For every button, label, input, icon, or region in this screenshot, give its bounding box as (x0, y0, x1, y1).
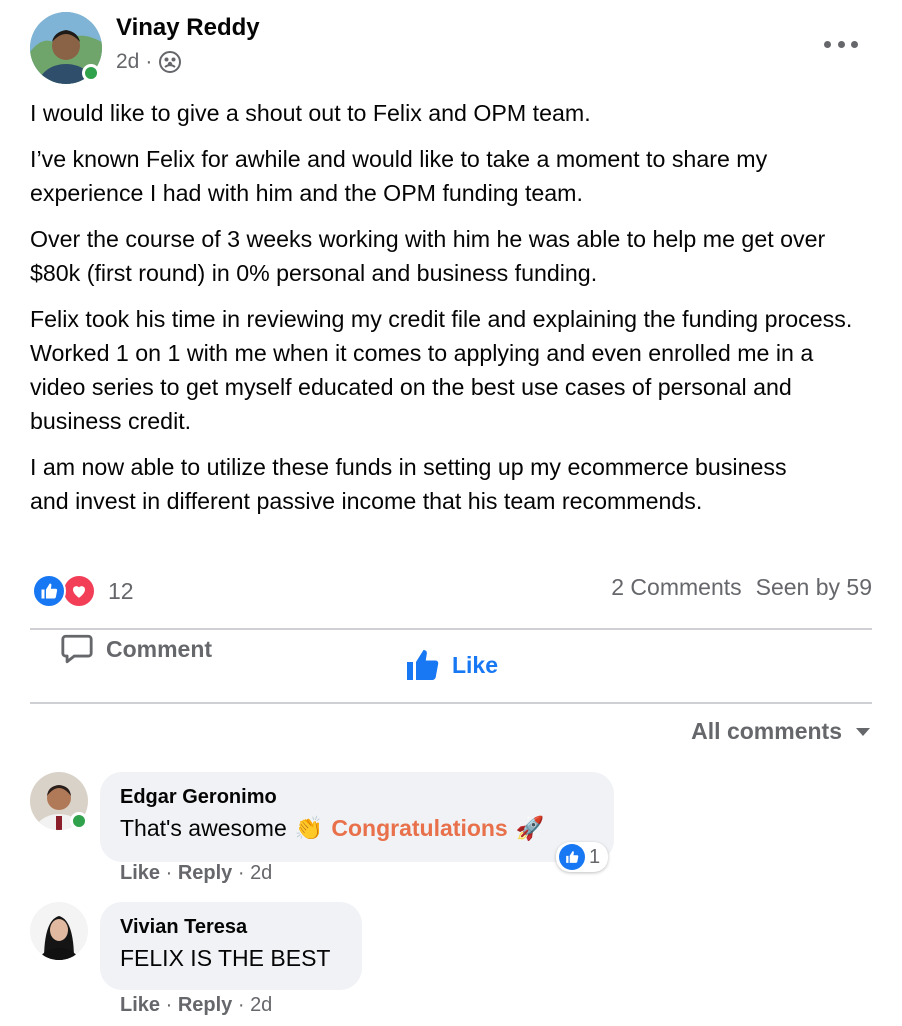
comment-actions: Like · Reply · 2d (120, 994, 272, 1017)
comments-filter-label: All comments (691, 718, 842, 744)
reaction-count: 12 (108, 577, 134, 604)
stats-right: 2 Comments Seen by 59 (611, 574, 872, 601)
online-status-indicator (70, 812, 88, 830)
comments-filter-dropdown[interactable]: All comments (691, 718, 870, 745)
rocket-icon: 🚀 (515, 815, 545, 841)
commenter-avatar-image (30, 902, 88, 960)
comment-text: That's awesome 👏 Congratulations 🚀 (120, 815, 594, 842)
post-paragraph: Felix took his time in reviewing my cred… (30, 306, 853, 434)
comment-like-link[interactable]: Like (120, 862, 160, 884)
author-name[interactable]: Vinay Reddy (116, 14, 260, 42)
like-button-label: Like (451, 651, 499, 678)
clapping-hands-icon: 👏 (294, 815, 324, 841)
more-dot-icon (824, 40, 831, 48)
thumbs-up-icon (406, 650, 439, 680)
comment-like-link[interactable]: Like (120, 994, 160, 1016)
post-body: I would like to give a shout out to Feli… (30, 96, 880, 530)
comment-reply-link[interactable]: Reply (178, 862, 232, 884)
commenter-name[interactable]: Vivian Teresa (120, 916, 342, 939)
comment-reaction-count: 1 (589, 845, 601, 868)
more-dot-icon (851, 40, 858, 48)
post-paragraph: I am now able to utilize these funds in … (30, 454, 787, 514)
comment-text: FELIX IS THE BEST (120, 945, 331, 971)
post-stats: 12 2 Comments Seen by 59 (30, 572, 872, 608)
comments-count-link[interactable]: 2 Comments (611, 574, 741, 601)
comment-button[interactable]: Comment (60, 632, 212, 666)
comment-text-main: That's awesome (120, 815, 287, 841)
post-time[interactable]: 2d (116, 50, 139, 74)
commenter-avatar[interactable] (30, 902, 88, 960)
like-reaction-icon (559, 844, 585, 870)
comment-highlight-text: Congratulations (331, 815, 508, 841)
comment-button-label: Comment (106, 635, 213, 662)
post-paragraph: Over the course of 3 weeks working with … (30, 226, 826, 286)
more-options-button[interactable] (824, 38, 858, 50)
caret-down-icon (856, 727, 870, 736)
reactions-summary[interactable]: 12 (32, 574, 134, 608)
post-paragraph: I’ve known Felix for awhile and would li… (30, 146, 768, 206)
comment-icon (61, 634, 93, 664)
post-paragraph: I would like to give a shout out to Feli… (30, 100, 591, 126)
post-actions: Like Comment (30, 632, 872, 698)
comment-bubble: Edgar Geronimo That's awesome 👏 Congratu… (100, 772, 614, 862)
post-header: Vinay Reddy 2d · (30, 12, 872, 86)
divider (30, 702, 872, 704)
love-reaction-icon (62, 574, 96, 608)
comment-time[interactable]: 2d (250, 994, 272, 1016)
comment-reply-link[interactable]: Reply (178, 994, 232, 1016)
online-status-indicator (82, 64, 100, 82)
separator-dot: · (237, 994, 251, 1016)
commenter-name[interactable]: Edgar Geronimo (120, 786, 594, 809)
like-reaction-icon (32, 574, 66, 608)
comment-bubble: Vivian Teresa FELIX IS THE BEST (100, 902, 362, 990)
meta-separator: · (145, 50, 153, 73)
post-meta: 2d · (116, 50, 182, 74)
separator-dot: · (237, 862, 251, 884)
group-icon[interactable] (158, 50, 182, 74)
comment-reaction-badge[interactable]: 1 (556, 842, 609, 872)
more-dot-icon (837, 40, 845, 48)
separator-dot: · (165, 862, 178, 884)
separator-dot: · (165, 994, 178, 1016)
comment-time[interactable]: 2d (250, 862, 272, 884)
divider (30, 628, 872, 630)
seen-by-count[interactable]: Seen by 59 (756, 574, 872, 601)
comment-actions: Like · Reply · 2d (120, 862, 272, 885)
